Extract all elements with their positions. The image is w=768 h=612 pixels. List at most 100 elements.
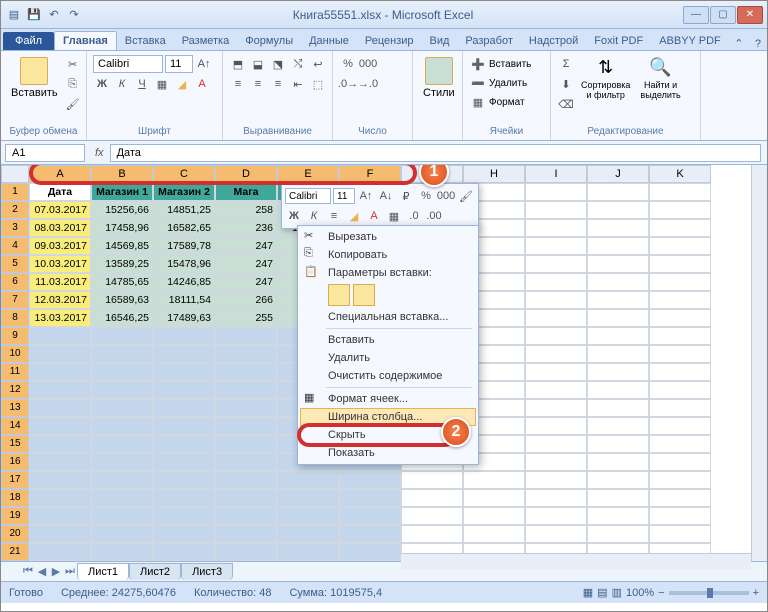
cell[interactable]	[525, 435, 587, 453]
cell[interactable]	[525, 417, 587, 435]
cell[interactable]	[649, 453, 711, 471]
align-bottom-icon[interactable]: ⬔	[269, 55, 287, 73]
file-tab[interactable]: Файл	[3, 32, 54, 50]
cell[interactable]	[153, 363, 215, 381]
cell[interactable]	[91, 507, 153, 525]
cell[interactable]: 247	[215, 255, 277, 273]
cell[interactable]	[91, 363, 153, 381]
cell[interactable]	[215, 417, 277, 435]
sort-filter-button[interactable]: ⇅Сортировка и фильтр	[577, 55, 634, 102]
cell[interactable]	[649, 273, 711, 291]
mini-thousands-icon[interactable]: 000	[437, 187, 455, 205]
cell[interactable]	[153, 381, 215, 399]
cell[interactable]	[525, 525, 587, 543]
clear-icon[interactable]: ⌫	[557, 95, 575, 113]
cell[interactable]	[277, 525, 339, 543]
cell[interactable]	[587, 327, 649, 345]
tab-addins[interactable]: Надстрой	[521, 32, 586, 50]
align-top-icon[interactable]: ⬒	[229, 55, 247, 73]
cell[interactable]: 247	[215, 237, 277, 255]
align-left-icon[interactable]: ≡	[229, 75, 247, 93]
cut-icon[interactable]: ✂	[64, 55, 82, 73]
cell[interactable]	[525, 471, 587, 489]
underline-icon[interactable]: Ч	[133, 75, 151, 93]
cell[interactable]	[29, 489, 91, 507]
cell[interactable]	[277, 543, 339, 561]
cell[interactable]	[215, 363, 277, 381]
cell[interactable]: 17589,78	[153, 237, 215, 255]
cell[interactable]	[587, 363, 649, 381]
italic-icon[interactable]: К	[113, 75, 131, 93]
save-icon[interactable]: 💾	[25, 6, 43, 24]
mini-font-combo[interactable]: Calibri	[285, 188, 331, 204]
cell[interactable]	[91, 399, 153, 417]
mini-shrink-font-icon[interactable]: A↓	[377, 187, 395, 205]
cell[interactable]: 14851,25	[153, 201, 215, 219]
mini-currency-icon[interactable]: ₽	[397, 187, 415, 205]
row-header[interactable]: 7	[1, 291, 29, 309]
cell[interactable]	[277, 507, 339, 525]
autosum-icon[interactable]: Σ	[557, 55, 575, 73]
cell[interactable]: 08.03.2017	[29, 219, 91, 237]
row-header[interactable]: 18	[1, 489, 29, 507]
percent-icon[interactable]: %	[339, 55, 357, 73]
cell[interactable]	[649, 399, 711, 417]
cell[interactable]	[29, 453, 91, 471]
cell[interactable]: 12.03.2017	[29, 291, 91, 309]
row-header[interactable]: 20	[1, 525, 29, 543]
cell[interactable]	[525, 381, 587, 399]
cell[interactable]	[649, 327, 711, 345]
font-size-combo[interactable]: 11	[165, 55, 193, 73]
cm-format-cells[interactable]: ▦Формат ячеек...	[300, 390, 476, 408]
align-center-icon[interactable]: ≡	[249, 75, 267, 93]
cell[interactable]: 258	[215, 201, 277, 219]
cell[interactable]	[649, 345, 711, 363]
row-header[interactable]: 6	[1, 273, 29, 291]
cell[interactable]	[649, 363, 711, 381]
merge-icon[interactable]: ⬚	[309, 75, 327, 93]
cell[interactable]	[525, 489, 587, 507]
cell[interactable]	[339, 507, 401, 525]
row-header[interactable]: 1	[1, 183, 29, 201]
col-header-d[interactable]: D	[215, 165, 277, 183]
cell[interactable]: 10.03.2017	[29, 255, 91, 273]
font-name-combo[interactable]: Calibri	[93, 55, 163, 73]
cell[interactable]	[587, 255, 649, 273]
cell[interactable]	[215, 399, 277, 417]
font-color-icon[interactable]: A	[193, 75, 211, 93]
col-header-c[interactable]: C	[153, 165, 215, 183]
mini-percent-icon[interactable]: %	[417, 187, 435, 205]
cell[interactable]	[339, 525, 401, 543]
cell[interactable]	[339, 471, 401, 489]
cell[interactable]	[215, 543, 277, 561]
cm-copy[interactable]: ⎘Копировать	[300, 246, 476, 264]
tab-home[interactable]: Главная	[54, 31, 117, 50]
mini-bold-icon[interactable]: Ж	[285, 207, 303, 225]
sheet-tab-2[interactable]: Лист2	[129, 563, 181, 580]
col-header-a[interactable]: A	[29, 165, 91, 183]
cell[interactable]	[153, 507, 215, 525]
cell[interactable]	[91, 525, 153, 543]
cell[interactable]	[587, 309, 649, 327]
cell[interactable]	[153, 543, 215, 561]
cell[interactable]	[587, 219, 649, 237]
find-select-button[interactable]: 🔍Найти и выделить	[636, 55, 684, 102]
cell[interactable]: 16589,63	[91, 291, 153, 309]
row-header[interactable]: 19	[1, 507, 29, 525]
cell[interactable]	[525, 453, 587, 471]
mini-format-painter-icon[interactable]: 🖌	[457, 187, 475, 205]
row-header[interactable]: 4	[1, 237, 29, 255]
cell[interactable]	[153, 327, 215, 345]
tab-developer[interactable]: Разработ	[457, 32, 520, 50]
tab-insert[interactable]: Вставка	[117, 32, 174, 50]
mini-italic-icon[interactable]: К	[305, 207, 323, 225]
cell[interactable]	[215, 453, 277, 471]
row-header[interactable]: 3	[1, 219, 29, 237]
undo-icon[interactable]: ↶	[45, 6, 63, 24]
cell[interactable]	[649, 183, 711, 201]
cell[interactable]	[525, 363, 587, 381]
tab-review[interactable]: Рецензир	[357, 32, 422, 50]
cell[interactable]	[29, 399, 91, 417]
cm-cut[interactable]: ✂Вырезать	[300, 228, 476, 246]
thousands-icon[interactable]: 000	[359, 55, 377, 73]
